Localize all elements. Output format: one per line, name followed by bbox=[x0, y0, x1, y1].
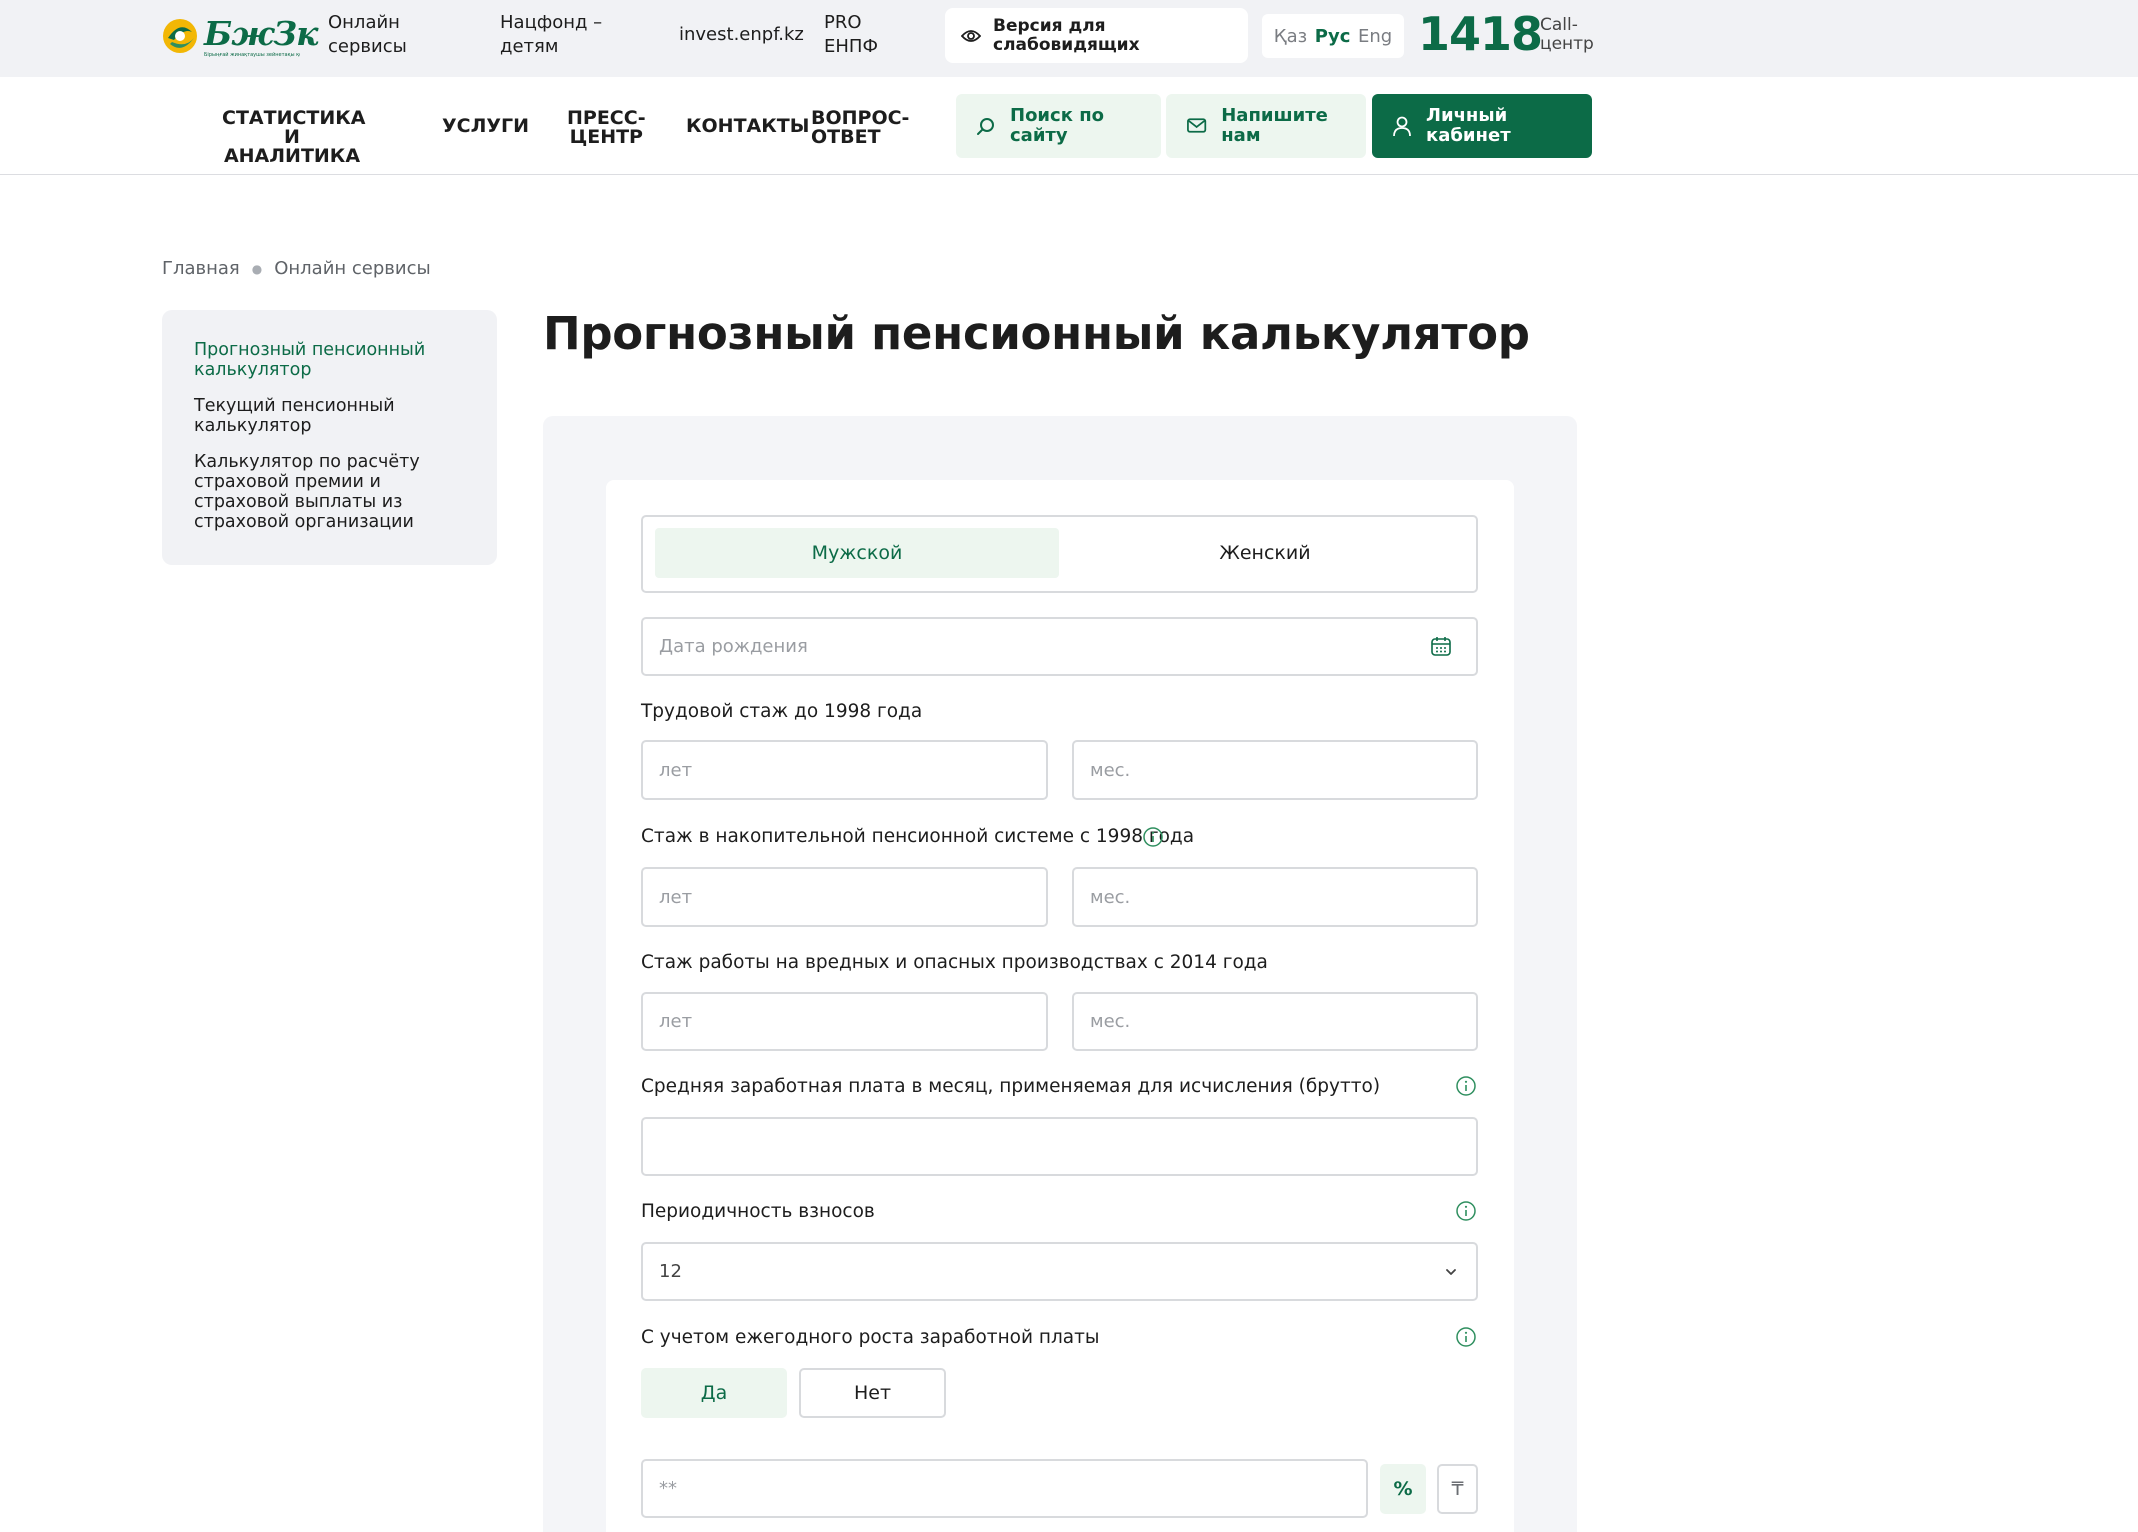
top-link-line: сервисы bbox=[328, 36, 407, 57]
top-link-invest[interactable]: invest.enpf.kz bbox=[679, 23, 804, 47]
nav-item-line: Услуги bbox=[442, 115, 530, 137]
site-search-button[interactable]: Поиск по сайту bbox=[956, 94, 1161, 158]
lang-eng[interactable]: Eng bbox=[1358, 26, 1392, 47]
info-icon[interactable] bbox=[1455, 1075, 1477, 1097]
top-link-natfund-children[interactable]: Нацфонд – детям bbox=[500, 11, 602, 59]
nav-item-line: Статистика и bbox=[222, 107, 366, 148]
personal-account-label-line: кабинет bbox=[1426, 125, 1511, 146]
gender-option-male[interactable]: Мужской bbox=[655, 528, 1059, 578]
gender-selector: Мужской Женский bbox=[641, 515, 1478, 593]
contribution-periodicity-label: Периодичность взносов bbox=[641, 1201, 875, 1222]
calendar-icon[interactable] bbox=[1430, 635, 1452, 657]
personal-account-label-line: Личный bbox=[1426, 105, 1508, 126]
accum-since-1998-months-input[interactable] bbox=[1072, 867, 1478, 927]
personal-account-label: Личный кабинет bbox=[1426, 106, 1576, 146]
logo-text: БжЗк bbox=[204, 14, 318, 53]
search-icon bbox=[977, 118, 994, 135]
breadcrumb-online-services[interactable]: Онлайн сервисы bbox=[274, 258, 430, 279]
language-switcher: Қаз Рус Eng bbox=[1262, 14, 1404, 58]
nav-item-line: аналитика bbox=[223, 145, 361, 167]
write-to-us-button[interactable]: Напишите нам bbox=[1166, 94, 1366, 158]
call-center-label-line: центр bbox=[1540, 34, 1594, 54]
site-search-label-line: сайту bbox=[1010, 125, 1068, 146]
personal-account-button[interactable]: Личный кабинет bbox=[1372, 94, 1592, 158]
lang-kaz[interactable]: Қаз bbox=[1274, 26, 1307, 47]
top-link-line: invest.enpf.kz bbox=[679, 24, 804, 45]
salary-growth-rate-input[interactable] bbox=[641, 1459, 1368, 1518]
call-center-label-line: Call- bbox=[1540, 15, 1578, 35]
top-bar: БжЗк Бірыңғай жинақтаушы зейнетақы қоры … bbox=[0, 0, 2138, 77]
nav-item-line: ответ bbox=[811, 126, 881, 148]
breadcrumb-home[interactable]: Главная bbox=[162, 258, 240, 279]
sidebar-item-forecast-calculator[interactable]: Прогнозный пенсионный калькулятор bbox=[194, 340, 464, 380]
contribution-periodicity-value: 12 bbox=[659, 1261, 682, 1282]
nav-item-line: Контакты bbox=[686, 115, 810, 137]
salary-growth-no-button[interactable]: Нет bbox=[799, 1368, 946, 1418]
enpf-logo[interactable]: БжЗк Бірыңғай жинақтаушы зейнетақы қоры bbox=[160, 14, 318, 60]
work-before-1998-years-input[interactable] bbox=[641, 740, 1048, 800]
hazard-since-2014-years-input[interactable] bbox=[641, 992, 1048, 1051]
unit-tenge-button[interactable]: ₸ bbox=[1437, 1464, 1478, 1514]
info-icon[interactable] bbox=[1142, 826, 1164, 848]
write-to-us-label-line: Напишите bbox=[1221, 105, 1328, 126]
gender-option-female[interactable]: Женский bbox=[1063, 528, 1467, 578]
sidebar-item-current-calculator[interactable]: Текущий пенсионный калькулятор bbox=[194, 396, 464, 436]
unit-percent-button[interactable]: % bbox=[1380, 1464, 1426, 1514]
info-icon[interactable] bbox=[1455, 1200, 1477, 1222]
average-salary-input[interactable] bbox=[641, 1117, 1478, 1176]
nav-item-contacts[interactable]: Контакты bbox=[686, 117, 809, 136]
hazard-since-2014-label: Стаж работы на вредных и опасных произво… bbox=[641, 952, 1268, 973]
low-vision-version-button[interactable]: Версия для слабовидящих bbox=[945, 8, 1248, 63]
nav-item-press-center[interactable]: Пресс- центр bbox=[567, 109, 646, 147]
write-to-us-label: Напишите нам bbox=[1221, 106, 1366, 146]
hazard-since-2014-months-input[interactable] bbox=[1072, 992, 1478, 1051]
top-link-line: Нацфонд – bbox=[500, 12, 603, 33]
salary-growth-label: С учетом ежегодного роста заработной пла… bbox=[641, 1327, 1100, 1348]
low-vision-label-line: Версия для bbox=[993, 15, 1106, 36]
nav-item-line: центр bbox=[569, 126, 643, 148]
accum-since-1998-label: Стаж в накопительной пенсионной системе … bbox=[641, 826, 1195, 847]
work-before-1998-label: Трудовой стаж до 1998 года bbox=[641, 701, 923, 722]
call-center-number[interactable]: 1418 bbox=[1418, 6, 1543, 62]
page-title: Прогнозный пенсионный калькулятор bbox=[543, 307, 1530, 360]
breadcrumb-separator-icon: ● bbox=[251, 261, 263, 276]
nav-item-faq[interactable]: Вопрос- ответ bbox=[811, 109, 909, 147]
top-link-online-services[interactable]: Онлайн сервисы bbox=[328, 11, 407, 59]
main-nav: Статистика и аналитика Услуги Пресс- цен… bbox=[0, 77, 2138, 175]
average-salary-label: Средняя заработная плата в месяц, примен… bbox=[641, 1076, 1381, 1097]
lang-rus[interactable]: Рус bbox=[1315, 26, 1351, 47]
birth-date-input[interactable] bbox=[641, 617, 1478, 676]
breadcrumb: Главная ● Онлайн сервисы bbox=[162, 258, 431, 279]
low-vision-label: Версия для слабовидящих bbox=[993, 15, 1140, 55]
chevron-down-icon bbox=[1446, 1269, 1456, 1275]
nav-item-statistics[interactable]: Статистика и аналитика bbox=[222, 107, 366, 167]
top-link-line: ЕНПФ bbox=[824, 36, 878, 57]
low-vision-label-line: слабовидящих bbox=[993, 34, 1140, 55]
sidebar-item-insurance-calculator[interactable]: Калькулятор по расчёту страховой премии … bbox=[194, 452, 464, 532]
top-link-line: детям bbox=[500, 36, 559, 57]
top-link-pro-enpf[interactable]: PRO ЕНПФ bbox=[824, 11, 878, 59]
top-link-line: PRO bbox=[824, 12, 862, 33]
accum-since-1998-years-input[interactable] bbox=[641, 867, 1048, 927]
contribution-periodicity-select[interactable]: 12 bbox=[641, 1242, 1478, 1301]
site-search-label: Поиск по сайту bbox=[1010, 106, 1160, 146]
top-link-line: Онлайн bbox=[328, 12, 400, 33]
nav-item-services[interactable]: Услуги bbox=[442, 117, 529, 136]
salary-growth-yes-button[interactable]: Да bbox=[641, 1368, 787, 1418]
sidebar: Прогнозный пенсионный калькулятор Текущи… bbox=[162, 310, 497, 565]
work-before-1998-months-input[interactable] bbox=[1072, 740, 1478, 800]
message-icon bbox=[1187, 118, 1207, 133]
site-search-label-line: Поиск по bbox=[1010, 105, 1104, 126]
logo-subtext: Бірыңғай жинақтаушы зейнетақы қоры bbox=[204, 52, 300, 58]
write-to-us-label-line: нам bbox=[1221, 125, 1261, 146]
user-icon bbox=[1393, 116, 1411, 137]
call-center-label: Call- центр bbox=[1540, 16, 1594, 54]
info-icon[interactable] bbox=[1455, 1326, 1477, 1348]
eye-icon bbox=[961, 29, 981, 42]
